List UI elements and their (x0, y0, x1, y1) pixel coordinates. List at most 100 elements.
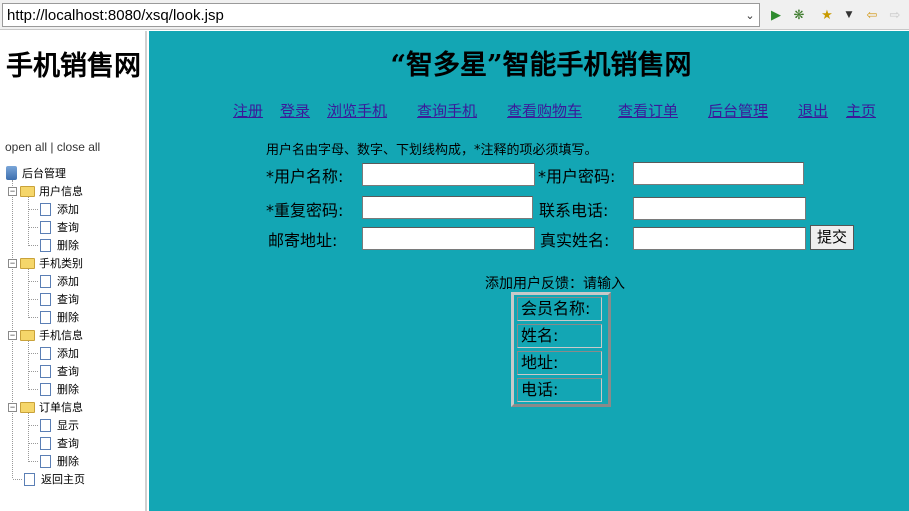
folder-open-icon (20, 257, 35, 269)
page-title: “智多星”智能手机销售网 (390, 50, 692, 81)
page-icon (40, 202, 51, 216)
tree-item[interactable]: 删除 (40, 308, 79, 326)
folder-open-icon (20, 329, 35, 341)
nav-register[interactable]: 注册 (233, 100, 263, 121)
tree-group-label: 用户信息 (39, 186, 83, 198)
close-all-link[interactable]: close all (57, 140, 100, 154)
tree-item[interactable]: 显示 (40, 416, 79, 434)
url-dropdown-icon[interactable]: ⌄ (741, 4, 759, 26)
feedback-name: 姓名: (517, 324, 602, 348)
collapse-icon[interactable]: − (8, 186, 17, 196)
sidebar-frame: 手机销售网 open all | close all 后台管理 − 用户信息 添… (0, 31, 147, 511)
tree-group-order[interactable]: − 订单信息 (8, 398, 83, 416)
tree-root[interactable]: 后台管理 (6, 164, 66, 182)
nav-logout[interactable]: 退出 (798, 100, 828, 121)
dropdown-icon[interactable]: ▼ (840, 6, 858, 24)
tree-item-label: 查询 (57, 222, 79, 234)
open-all-link[interactable]: open all (5, 140, 47, 154)
tree-item-label: 查询 (57, 438, 79, 450)
sidebar-title: 手机销售网 (6, 51, 141, 82)
page-icon (40, 220, 51, 234)
feedback-title: 添加用户反馈：请输入 (485, 276, 625, 292)
tree-item[interactable]: 添加 (40, 200, 79, 218)
page-icon (40, 274, 51, 288)
open-close-links: open all | close all (5, 140, 100, 154)
separator: | (50, 140, 54, 154)
tree-item[interactable]: 删除 (40, 452, 79, 470)
tree-home-label: 返回主页 (41, 474, 85, 486)
tree-group-user[interactable]: − 用户信息 (8, 182, 83, 200)
computer-icon (6, 166, 17, 180)
url-input[interactable]: http://localhost:8080/xsq/look.jsp ⌄ (2, 3, 760, 27)
nav-browse-phones[interactable]: 浏览手机 (327, 100, 387, 121)
tree-group-phone[interactable]: − 手机信息 (8, 326, 83, 344)
page-icon (40, 238, 51, 252)
tree-item[interactable]: 查询 (40, 290, 79, 308)
page-icon (40, 454, 51, 468)
page-icon (40, 310, 51, 324)
phone-label: 联系电话: (539, 201, 609, 220)
feedback-member-name: 会员名称: (517, 297, 602, 321)
username-input[interactable] (362, 163, 535, 186)
tree-item[interactable]: 添加 (40, 272, 79, 290)
nav-home[interactable]: 主页 (846, 100, 876, 121)
tree-item[interactable]: 查询 (40, 434, 79, 452)
tree-group-label: 手机信息 (39, 330, 83, 342)
tree-group-category[interactable]: − 手机类别 (8, 254, 83, 272)
repeat-password-input[interactable] (362, 196, 533, 219)
nav-search-phones[interactable]: 查询手机 (417, 100, 477, 121)
page-icon (40, 418, 51, 432)
tool-icon[interactable]: ★ (818, 6, 836, 24)
tree-item-label: 添加 (57, 348, 79, 360)
tree-item-label: 删除 (57, 312, 79, 324)
tree-item[interactable]: 删除 (40, 236, 79, 254)
tree-item-label: 显示 (57, 420, 79, 432)
address-label: 邮寄地址: (268, 231, 338, 250)
tree-item-label: 删除 (57, 384, 79, 396)
nav-view-cart[interactable]: 查看购物车 (507, 100, 582, 121)
tree-root-label: 后台管理 (22, 168, 66, 180)
debug-icon[interactable]: ❋ (790, 6, 808, 24)
feedback-phone: 电话: (517, 378, 602, 402)
tree-item-label: 添加 (57, 204, 79, 216)
realname-label: 真实姓名: (540, 231, 610, 250)
phone-input[interactable] (633, 197, 806, 220)
tree-item-label: 删除 (57, 456, 79, 468)
address-input[interactable] (362, 227, 535, 250)
page-icon (40, 346, 51, 360)
tree-item[interactable]: 删除 (40, 380, 79, 398)
tree-item[interactable]: 添加 (40, 344, 79, 362)
nav-view-orders[interactable]: 查看订单 (618, 100, 678, 121)
realname-input[interactable] (633, 227, 806, 250)
page-icon (40, 382, 51, 396)
password-label: *用户密码: (538, 167, 616, 186)
tree-item-label: 查询 (57, 294, 79, 306)
tree-group-label: 手机类别 (39, 258, 83, 270)
tree-home[interactable]: 返回主页 (24, 470, 85, 488)
tree-item-label: 删除 (57, 240, 79, 252)
nav-login[interactable]: 登录 (280, 100, 310, 121)
tree-item[interactable]: 查询 (40, 218, 79, 236)
tree-item[interactable]: 查询 (40, 362, 79, 380)
username-label: *用户名称: (266, 167, 344, 186)
forward-icon[interactable]: ⇨ (886, 6, 904, 24)
feedback-table: 会员名称: 姓名: 地址: 电话: (511, 292, 611, 407)
tree-group-label: 订单信息 (39, 402, 83, 414)
nav-admin[interactable]: 后台管理 (708, 100, 768, 121)
submit-button[interactable]: 提交 (810, 225, 854, 250)
tree-item-label: 查询 (57, 366, 79, 378)
folder-open-icon (20, 185, 35, 197)
collapse-icon[interactable]: − (8, 402, 17, 412)
page-icon (40, 292, 51, 306)
feedback-address: 地址: (517, 351, 602, 375)
repeat-password-label: *重复密码: (266, 201, 344, 220)
play-icon[interactable]: ▶ (767, 6, 785, 24)
password-input[interactable] (633, 162, 804, 185)
collapse-icon[interactable]: − (8, 330, 17, 340)
folder-open-icon (20, 401, 35, 413)
page-icon (40, 436, 51, 450)
form-hint: 用户名由字母、数字、下划线构成，*注释的项必须填写。 (266, 143, 598, 158)
main-frame: “智多星”智能手机销售网 注册 登录 浏览手机 查询手机 查看购物车 查看订单 … (149, 31, 909, 511)
back-icon[interactable]: ⇦ (863, 6, 881, 24)
collapse-icon[interactable]: − (8, 258, 17, 268)
